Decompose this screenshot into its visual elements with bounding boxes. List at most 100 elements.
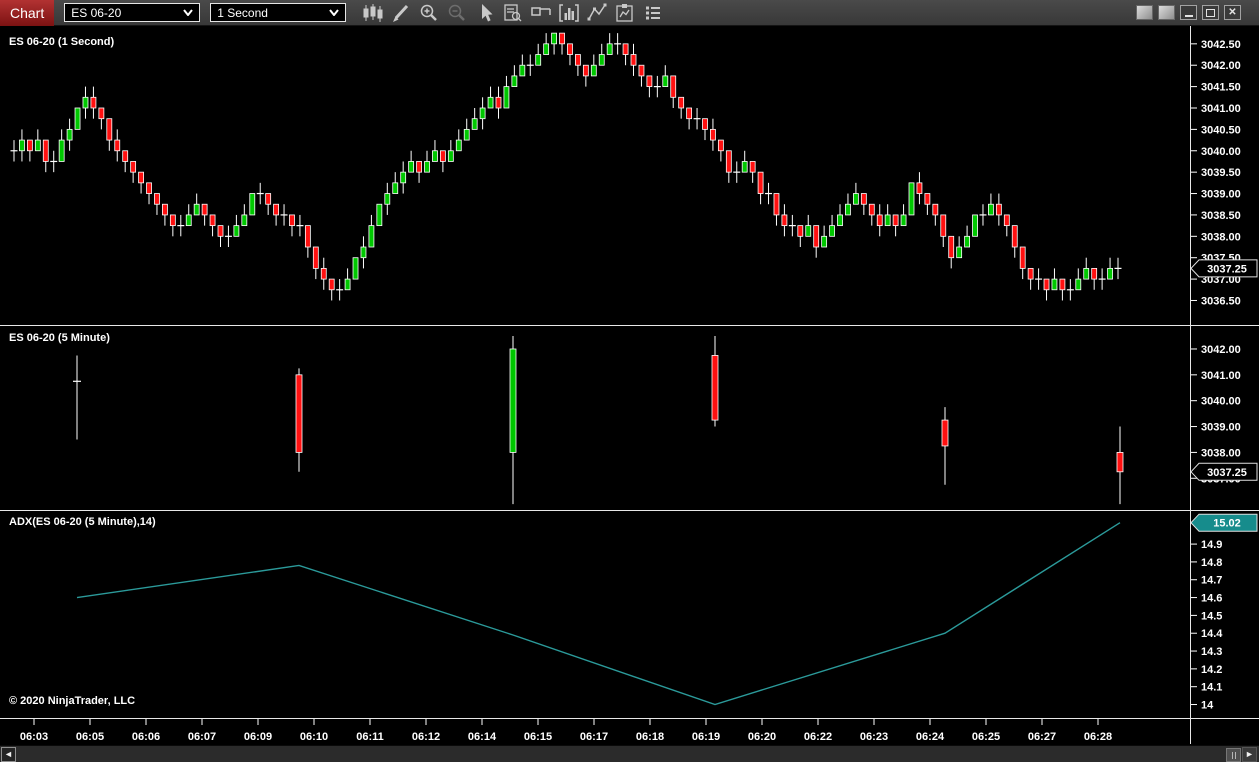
interval-value: 1 Second: [217, 5, 268, 20]
panel-2-last-price-marker: 3037.25: [1190, 462, 1258, 481]
svg-text:14.9: 14.9: [1201, 539, 1222, 551]
list-icon: [645, 6, 660, 19]
svg-text:06:20: 06:20: [748, 731, 776, 743]
candlestick-style-button[interactable]: [360, 2, 385, 24]
svg-text:06:15: 06:15: [524, 731, 552, 743]
svg-text:3040.00: 3040.00: [1201, 146, 1241, 158]
svg-text:06:07: 06:07: [188, 731, 216, 743]
svg-text:06:17: 06:17: [580, 731, 608, 743]
zoom-out-icon: [448, 4, 465, 21]
scrollbar-handle[interactable]: [1226, 748, 1241, 762]
chart-menu-button[interactable]: Chart: [0, 0, 55, 26]
minimize-icon: [1184, 15, 1193, 17]
svg-text:3041.00: 3041.00: [1201, 103, 1241, 115]
svg-text:14.7: 14.7: [1201, 575, 1222, 587]
chart-trader-button[interactable]: [528, 2, 553, 24]
svg-text:3041.50: 3041.50: [1201, 82, 1241, 94]
svg-text:06:03: 06:03: [20, 731, 48, 743]
instrument-value: ES 06-20: [71, 5, 122, 20]
svg-text:3036.50: 3036.50: [1201, 295, 1241, 307]
pencil-icon: [392, 4, 408, 22]
zoom-out-button[interactable]: [444, 2, 469, 24]
close-button[interactable]: ✕: [1224, 5, 1241, 20]
svg-text:14.3: 14.3: [1201, 646, 1222, 658]
data-box-button[interactable]: [500, 2, 525, 24]
svg-text:3039.50: 3039.50: [1201, 167, 1241, 179]
svg-text:3037.25: 3037.25: [1207, 467, 1247, 479]
toolbar: [360, 2, 665, 24]
svg-text:06:22: 06:22: [804, 731, 832, 743]
instrument-dropdown[interactable]: ES 06-20: [64, 3, 201, 22]
svg-text:06:05: 06:05: [76, 731, 104, 743]
svg-text:14.5: 14.5: [1201, 610, 1222, 622]
svg-text:3042.00: 3042.00: [1201, 60, 1241, 72]
panel-1-last-price-marker: 3037.25: [1190, 259, 1258, 278]
svg-text:3038.00: 3038.00: [1201, 447, 1241, 459]
svg-text:3037.25: 3037.25: [1207, 263, 1247, 275]
cursor-icon: [481, 3, 493, 21]
minimize-button[interactable]: [1180, 5, 1197, 20]
chevron-down-icon: [183, 9, 194, 16]
properties-button[interactable]: [640, 2, 665, 24]
chevron-down-icon: [329, 9, 340, 16]
clipboard-chart-icon: [616, 3, 633, 22]
svg-text:06:24: 06:24: [916, 731, 945, 743]
instrument-link-button[interactable]: [1136, 5, 1153, 20]
maximize-button[interactable]: [1202, 5, 1219, 20]
chart-background: [0, 26, 1259, 745]
svg-text:15.02: 15.02: [1213, 518, 1241, 530]
svg-text:3041.00: 3041.00: [1201, 370, 1241, 382]
svg-text:06:09: 06:09: [244, 731, 272, 743]
svg-text:3042.00: 3042.00: [1201, 344, 1241, 356]
data-box-icon: [504, 3, 522, 21]
candlestick-icon: [363, 3, 383, 22]
zoom-in-icon: [420, 4, 437, 21]
cursor-button[interactable]: [472, 2, 497, 24]
chart-window: Chart ES 06-20 1 Second ✕ 3042.50 3042.0…: [0, 0, 1259, 762]
svg-text:3038.50: 3038.50: [1201, 210, 1241, 222]
copyright: © 2020 NinjaTrader, LLC: [9, 695, 136, 707]
line-study-button[interactable]: [584, 2, 609, 24]
scroll-right-button[interactable]: ►: [1242, 747, 1257, 762]
svg-text:14.6: 14.6: [1201, 593, 1222, 605]
window-controls: ✕: [1136, 5, 1259, 20]
scroll-left-button[interactable]: ◄: [1, 747, 16, 762]
panel-title-1-second: ES 06-20 (1 Second): [9, 36, 115, 48]
zigzag-icon: [587, 3, 607, 20]
svg-text:14.2: 14.2: [1201, 664, 1222, 676]
time-scrollbar[interactable]: ◄ ►: [0, 745, 1259, 762]
interval-dropdown[interactable]: 1 Second: [210, 3, 347, 22]
chart-trader-icon: [530, 6, 551, 16]
svg-text:06:11: 06:11: [356, 731, 384, 743]
svg-text:3038.00: 3038.00: [1201, 231, 1241, 243]
svg-text:06:19: 06:19: [692, 731, 720, 743]
svg-text:06:12: 06:12: [412, 731, 440, 743]
svg-text:06:10: 06:10: [300, 731, 328, 743]
svg-text:3042.50: 3042.50: [1201, 39, 1241, 51]
svg-text:3040.00: 3040.00: [1201, 396, 1241, 408]
zoom-in-button[interactable]: [416, 2, 441, 24]
panel-3-last-price-marker: 15.02: [1190, 513, 1258, 532]
close-icon: ✕: [1228, 6, 1237, 18]
indicators-icon: [558, 3, 579, 22]
interval-link-button[interactable]: [1158, 5, 1175, 20]
svg-text:06:06: 06:06: [132, 731, 160, 743]
draw-button[interactable]: [388, 2, 413, 24]
maximize-icon: [1206, 9, 1215, 17]
svg-text:06:23: 06:23: [860, 731, 888, 743]
chart-canvas[interactable]: 3042.50 3042.00 3041.50 3041.00 3040.50 3040.…: [0, 26, 1259, 745]
svg-text:14.1: 14.1: [1201, 682, 1222, 694]
indicators-button[interactable]: [556, 2, 581, 24]
svg-text:14.8: 14.8: [1201, 557, 1222, 569]
svg-text:06:27: 06:27: [1028, 731, 1056, 743]
grip-icon: [1231, 751, 1233, 759]
svg-text:3040.50: 3040.50: [1201, 124, 1241, 136]
strategy-button[interactable]: [612, 2, 637, 24]
svg-text:06:18: 06:18: [636, 731, 664, 743]
svg-text:3039.00: 3039.00: [1201, 422, 1241, 434]
svg-text:14: 14: [1201, 700, 1214, 712]
titlebar: Chart ES 06-20 1 Second ✕: [0, 0, 1259, 26]
svg-text:06:28: 06:28: [1084, 731, 1112, 743]
svg-text:14.4: 14.4: [1201, 628, 1223, 640]
panel-title-adx: ADX(ES 06-20 (5 Minute),14): [9, 516, 156, 528]
